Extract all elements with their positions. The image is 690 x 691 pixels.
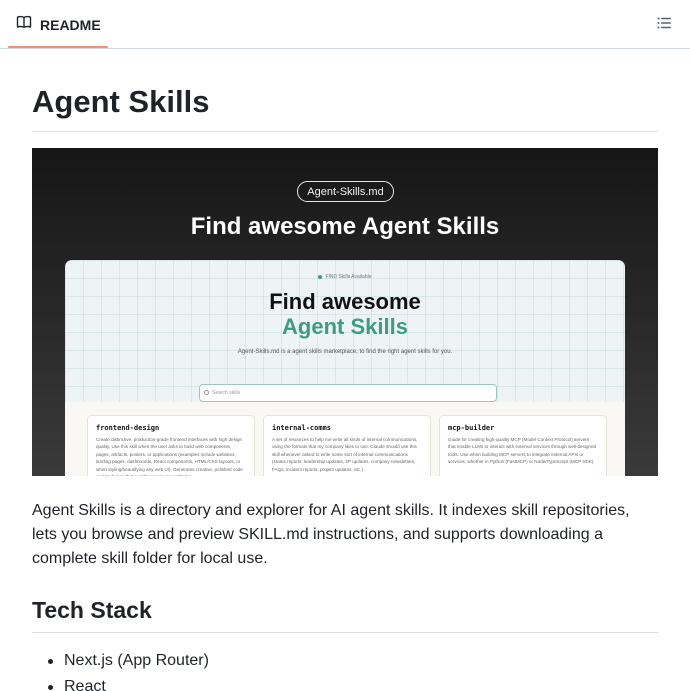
list-item: React (32, 675, 658, 691)
tech-stack-list: Next.js (App Router) React (32, 649, 658, 691)
outline-button[interactable] (653, 14, 675, 36)
tab-readme[interactable]: README (8, 0, 108, 49)
readme-intro: Agent Skills is a directory and explorer… (32, 502, 630, 567)
bullet-icon (48, 685, 53, 690)
skill-card-title: internal-comms (272, 424, 332, 432)
screenshot-title-line1: Find awesome (269, 289, 421, 314)
screenshot-search-placeholder: Search skills (212, 390, 241, 396)
hero-title: Find awesome Agent Skills (190, 213, 500, 240)
skill-card-title: frontend-design (96, 424, 160, 432)
site-screenshot: FIND Skills Available Find awesome Agent… (65, 260, 625, 476)
skill-card: mcp-builder Guide for creating high-qual… (439, 415, 607, 476)
tab-active-indicator (8, 46, 108, 48)
search-icon (204, 390, 209, 395)
skill-card: internal-comms A set of resources to hel… (263, 415, 431, 476)
list-item-label: Next.js (App Router) (64, 652, 209, 669)
screenshot-subtitle: Agent-Skills.md is a agent skills market… (237, 349, 453, 355)
hero-image: Agent-Skills.md Find awesome Agent Skill… (32, 148, 658, 476)
list-unordered-icon (656, 15, 672, 36)
status-dot-icon (318, 274, 323, 279)
tab-readme-label: README (40, 16, 101, 33)
skill-card-description: Guide for creating high-quality MCP (Mod… (448, 437, 597, 465)
screenshot-search-input: Search skills (199, 384, 497, 402)
list-item: Next.js (App Router) (32, 649, 658, 673)
bullet-icon (48, 659, 53, 664)
skill-card: frontend-design Create distinctive, prod… (87, 415, 255, 476)
screenshot-badge-label: FIND Skills Available (325, 274, 372, 280)
skill-card-description: Create distinctive, production-grade fro… (96, 437, 243, 476)
screenshot-badge: FIND Skills Available (65, 274, 625, 280)
skill-card-description: A set of resources to help me write all … (272, 437, 418, 472)
readme-title: Agent Skills (32, 84, 210, 119)
title-divider (32, 131, 658, 132)
screenshot-title-line2: Agent Skills (282, 314, 408, 339)
list-item-label: React (64, 678, 106, 691)
readme-header: README (0, 0, 690, 49)
skill-card-title: mcp-builder (448, 424, 495, 432)
book-icon (16, 14, 32, 35)
heading-divider (32, 632, 658, 633)
hero-pill: Agent-Skills.md (297, 181, 394, 202)
tech-stack-heading: Tech Stack (32, 597, 152, 623)
